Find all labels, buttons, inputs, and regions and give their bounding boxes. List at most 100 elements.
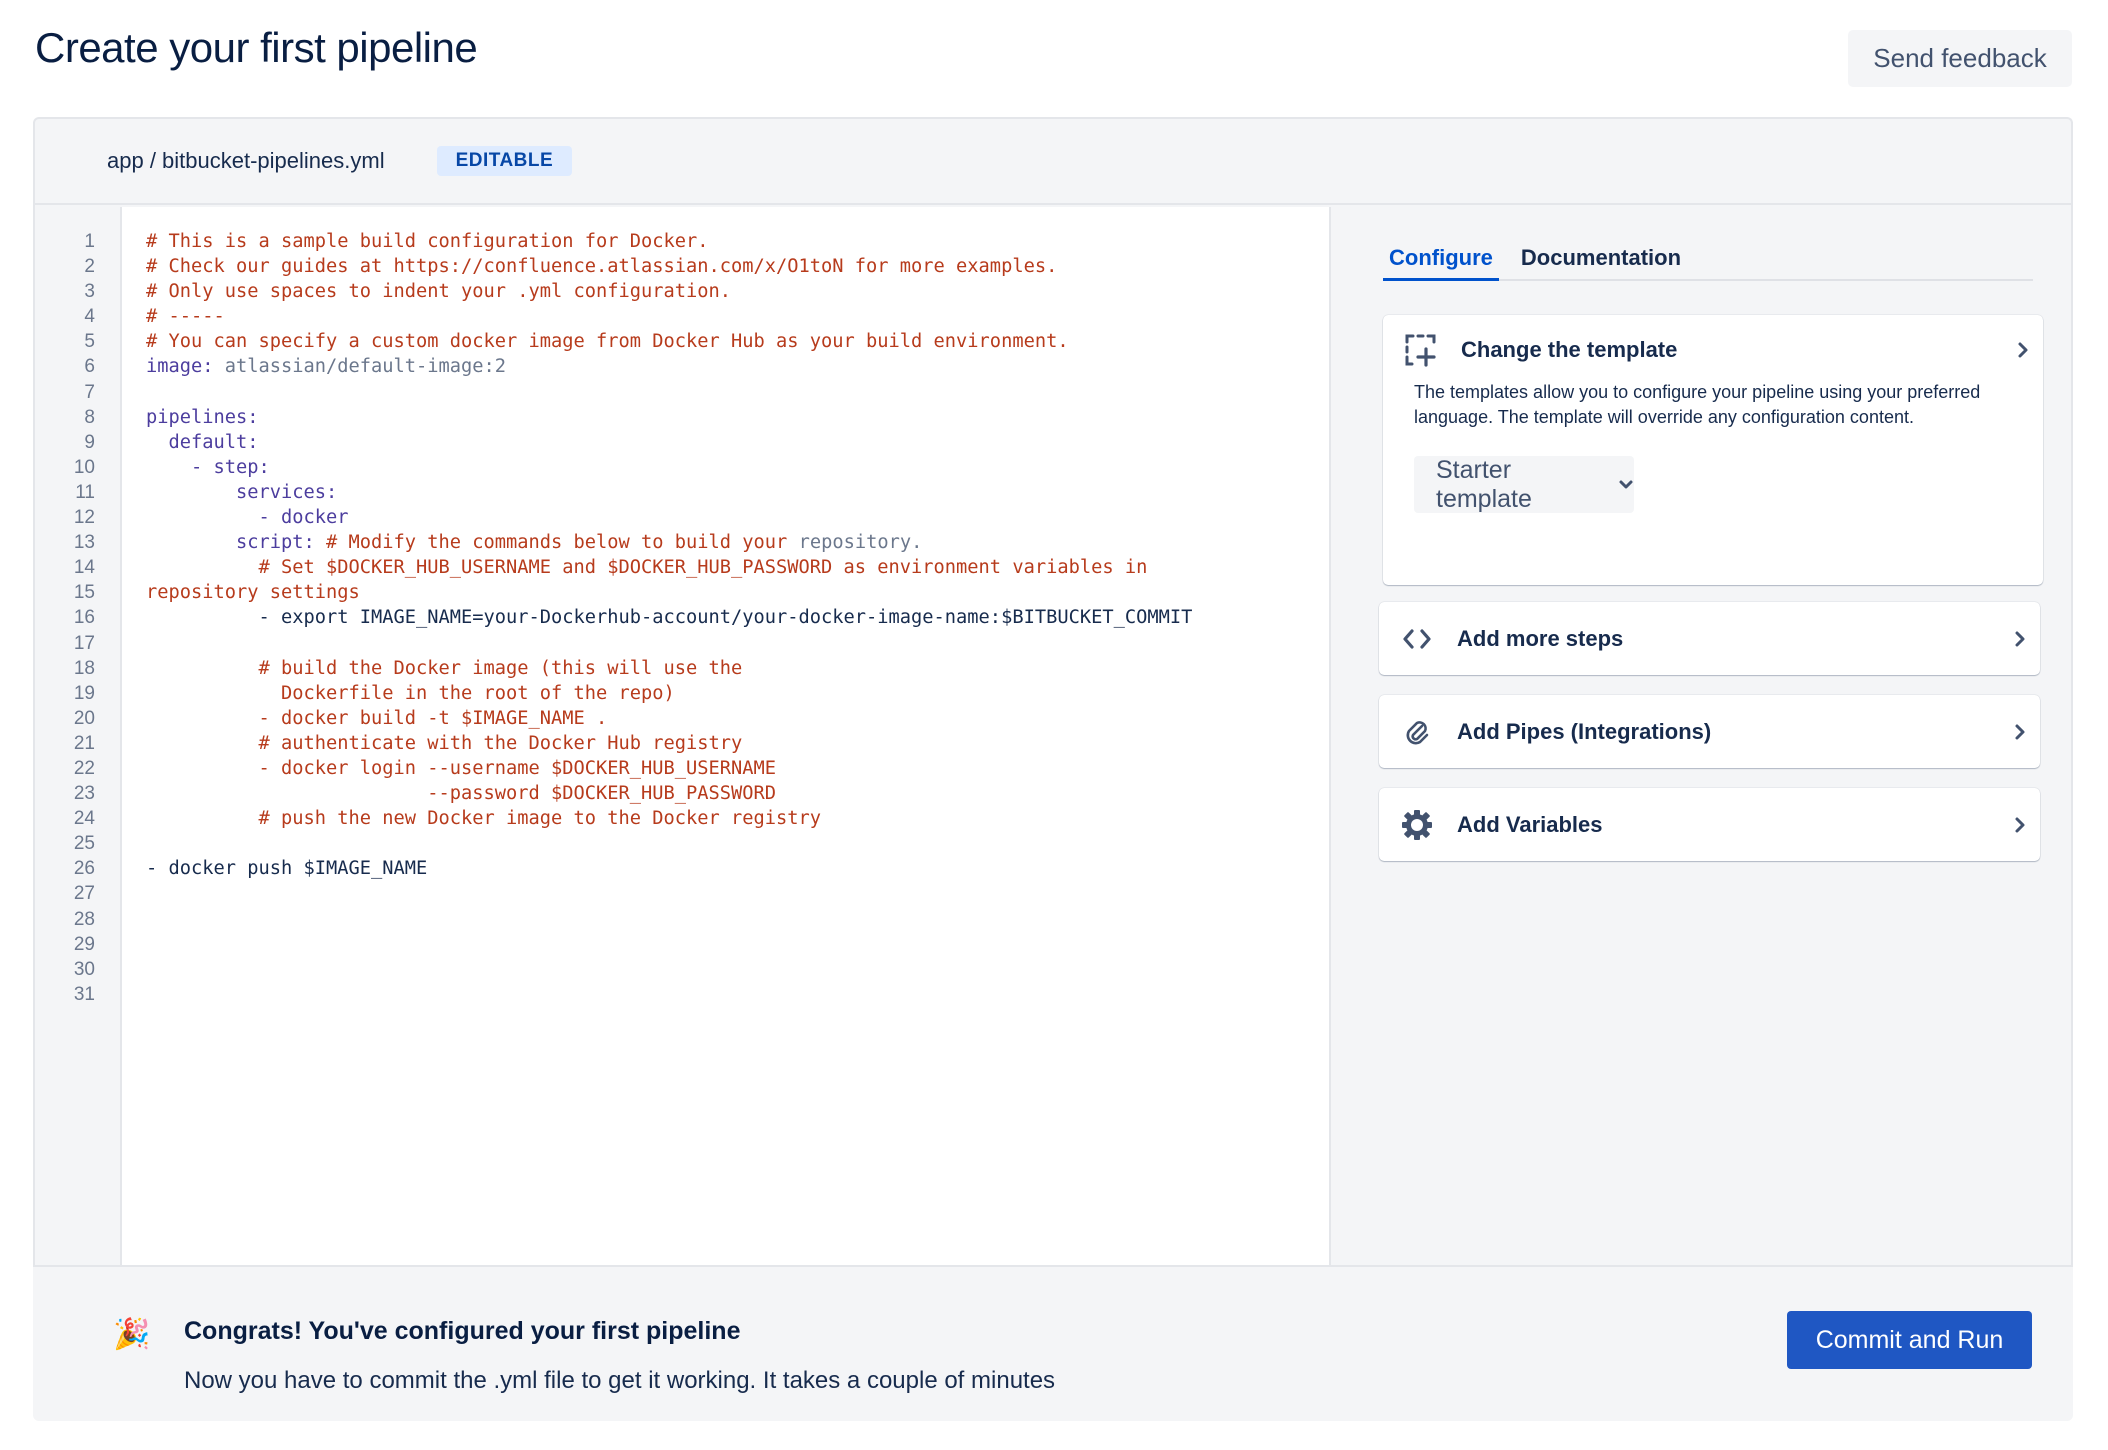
- add-more-steps-label: Add more steps: [1457, 625, 1624, 651]
- line-number: 31: [73, 983, 95, 1005]
- code-token-key: - step:: [146, 456, 270, 478]
- code-line[interactable]: # -----: [146, 304, 1329, 329]
- code-line[interactable]: script: # Modify the commands below to b…: [146, 530, 1329, 555]
- file-path: app / bitbucket-pipelines.yml: [107, 148, 385, 173]
- chevron-right-icon: [2000, 630, 2040, 648]
- add-pipes-card[interactable]: Add Pipes (Integrations): [1379, 695, 2040, 768]
- code-line[interactable]: image: atlassian/default-image:2: [146, 354, 1329, 379]
- code-line[interactable]: # Only use spaces to indent your .yml co…: [146, 279, 1329, 304]
- commit-and-run-button[interactable]: Commit and Run: [1787, 1311, 2032, 1369]
- code-line[interactable]: # Check our guides at https://confluence…: [146, 254, 1329, 279]
- paperclip-icon: [1399, 714, 1435, 750]
- code-token-plain: - export IMAGE_NAME=your-Dockerhub-accou…: [146, 607, 1193, 629]
- line-number: 24: [73, 808, 95, 830]
- code-line[interactable]: pipelines:: [146, 405, 1329, 430]
- code-line[interactable]: [146, 907, 1329, 932]
- code-line[interactable]: # You can specify a custom docker image …: [146, 329, 1329, 354]
- change-template-title: Change the template: [1461, 337, 1678, 362]
- line-number: 2: [84, 256, 95, 278]
- code-token-key: script:: [146, 532, 315, 554]
- code-line[interactable]: # build the Docker image (this will use …: [146, 656, 1329, 681]
- code-line[interactable]: services:: [146, 480, 1329, 505]
- send-feedback-button[interactable]: Send feedback: [1848, 30, 2072, 87]
- line-number: 15: [73, 582, 95, 604]
- line-number: 27: [73, 883, 95, 905]
- template-description: The templates allow you to configure you…: [1414, 382, 1981, 427]
- line-number: 21: [73, 732, 95, 754]
- chevron-right-icon: [2000, 723, 2040, 741]
- chevron-down-icon: [1618, 479, 1634, 491]
- line-number: 8: [84, 406, 95, 428]
- add-pipes-label: Add Pipes (Integrations): [1457, 718, 1712, 744]
- chevron-right-icon: [2003, 341, 2043, 359]
- code-line[interactable]: # This is a sample build configuration f…: [146, 229, 1329, 254]
- gear-icon: [1399, 807, 1435, 843]
- code-token-key: services:: [146, 481, 338, 503]
- line-number: 20: [73, 707, 95, 729]
- add-variables-card[interactable]: Add Variables: [1379, 788, 2040, 861]
- tab-configure[interactable]: Configure: [1383, 243, 1499, 281]
- add-variables-label: Add Variables: [1457, 811, 1603, 837]
- add-more-steps-card[interactable]: Add more steps: [1379, 602, 2040, 675]
- code-line[interactable]: # authenticate with the Docker Hub regis…: [146, 731, 1329, 756]
- configure-side-panel: Configure Documentation Change the templ…: [1333, 207, 2071, 1265]
- code-line[interactable]: [146, 831, 1329, 856]
- code-token-comment: # push the new Docker image to the Docke…: [146, 808, 822, 830]
- code-line[interactable]: [146, 631, 1329, 656]
- line-number: 29: [73, 933, 95, 955]
- line-number: 25: [73, 833, 95, 855]
- code-line[interactable]: [146, 957, 1329, 982]
- code-token-comment: - docker login --username $DOCKER_HUB_US…: [146, 757, 777, 779]
- line-number: 10: [73, 456, 95, 478]
- code-token-key: default:: [146, 431, 259, 453]
- code-token-comment: # build the Docker image (this will use …: [146, 657, 743, 679]
- line-number: 22: [73, 757, 95, 779]
- party-popper-icon: 🎉: [113, 1317, 151, 1352]
- code-line[interactable]: # Set $DOCKER_HUB_USERNAME and $DOCKER_H…: [146, 555, 1329, 580]
- code-line[interactable]: Dockerfile in the root of the repo): [146, 681, 1329, 706]
- code-line[interactable]: --password $DOCKER_HUB_PASSWORD: [146, 781, 1329, 806]
- code-line[interactable]: - docker build -t $IMAGE_NAME .: [146, 706, 1329, 731]
- side-panel-tabs: Configure Documentation: [1383, 243, 2033, 281]
- code-line[interactable]: - docker push $IMAGE_NAME: [146, 856, 1329, 881]
- code-token-comment: # -----: [146, 306, 225, 328]
- code-line[interactable]: [146, 380, 1329, 405]
- yaml-code-area[interactable]: # This is a sample build configuration f…: [122, 207, 1329, 1265]
- code-line[interactable]: repository settings: [146, 580, 1329, 605]
- code-line[interactable]: [146, 881, 1329, 906]
- template-select[interactable]: Starter template: [1414, 456, 1634, 513]
- code-token-comment: # Only use spaces to indent your .yml co…: [146, 281, 732, 303]
- code-token-plain: - docker push $IMAGE_NAME: [146, 858, 428, 880]
- change-template-card[interactable]: Change the template The templates allow …: [1383, 315, 2043, 585]
- code-token-comment: # This is a sample build configuration f…: [146, 231, 709, 252]
- template-select-value: Starter template: [1436, 455, 1532, 513]
- code-line[interactable]: [146, 982, 1329, 1007]
- line-number-gutter: 1 2 3 4 5 6 7 8 9 10 11 12 13 14 15 16 17 18 19 20 21 22 23 24 2…: [35, 207, 122, 1265]
- line-number: 26: [73, 858, 95, 880]
- commit-footer: 🎉 Congrats! You've configured your first…: [33, 1265, 2073, 1421]
- tab-documentation[interactable]: Documentation: [1515, 243, 1687, 281]
- line-number: 30: [73, 958, 95, 980]
- code-editor[interactable]: 1 2 3 4 5 6 7 8 9 10 11 12 13 14 15 16 17 18 19 20 21 22 23 24 2…: [35, 207, 1331, 1265]
- pipeline-editor-frame: app / bitbucket-pipelines.yml EDITABLE 1…: [33, 117, 2073, 1265]
- line-number: 12: [73, 507, 95, 529]
- editable-badge: EDITABLE: [436, 146, 573, 176]
- congrats-title: Congrats! You've configured your first p…: [184, 1317, 741, 1345]
- code-token-val: atlassian/default-image:2: [213, 356, 507, 378]
- code-line[interactable]: [146, 932, 1329, 957]
- code-token-comment: # You can specify a custom docker image …: [146, 331, 1069, 353]
- code-line[interactable]: # push the new Docker image to the Docke…: [146, 806, 1329, 831]
- add-template-icon: [1403, 332, 1439, 368]
- code-token-comment: # Set $DOCKER_HUB_USERNAME and $DOCKER_H…: [146, 557, 1148, 579]
- code-line[interactable]: - docker login --username $DOCKER_HUB_US…: [146, 756, 1329, 781]
- code-line[interactable]: default:: [146, 430, 1329, 455]
- code-token-val: repository.: [787, 532, 923, 554]
- line-number: 18: [73, 657, 95, 679]
- line-number: 1: [84, 231, 95, 252]
- line-number: 11: [75, 481, 95, 503]
- line-number: 6: [84, 356, 95, 378]
- code-line[interactable]: - docker: [146, 505, 1329, 530]
- code-line[interactable]: - step:: [146, 455, 1329, 480]
- page-title: Create your first pipeline: [35, 24, 478, 71]
- code-line[interactable]: - export IMAGE_NAME=your-Dockerhub-accou…: [146, 605, 1329, 630]
